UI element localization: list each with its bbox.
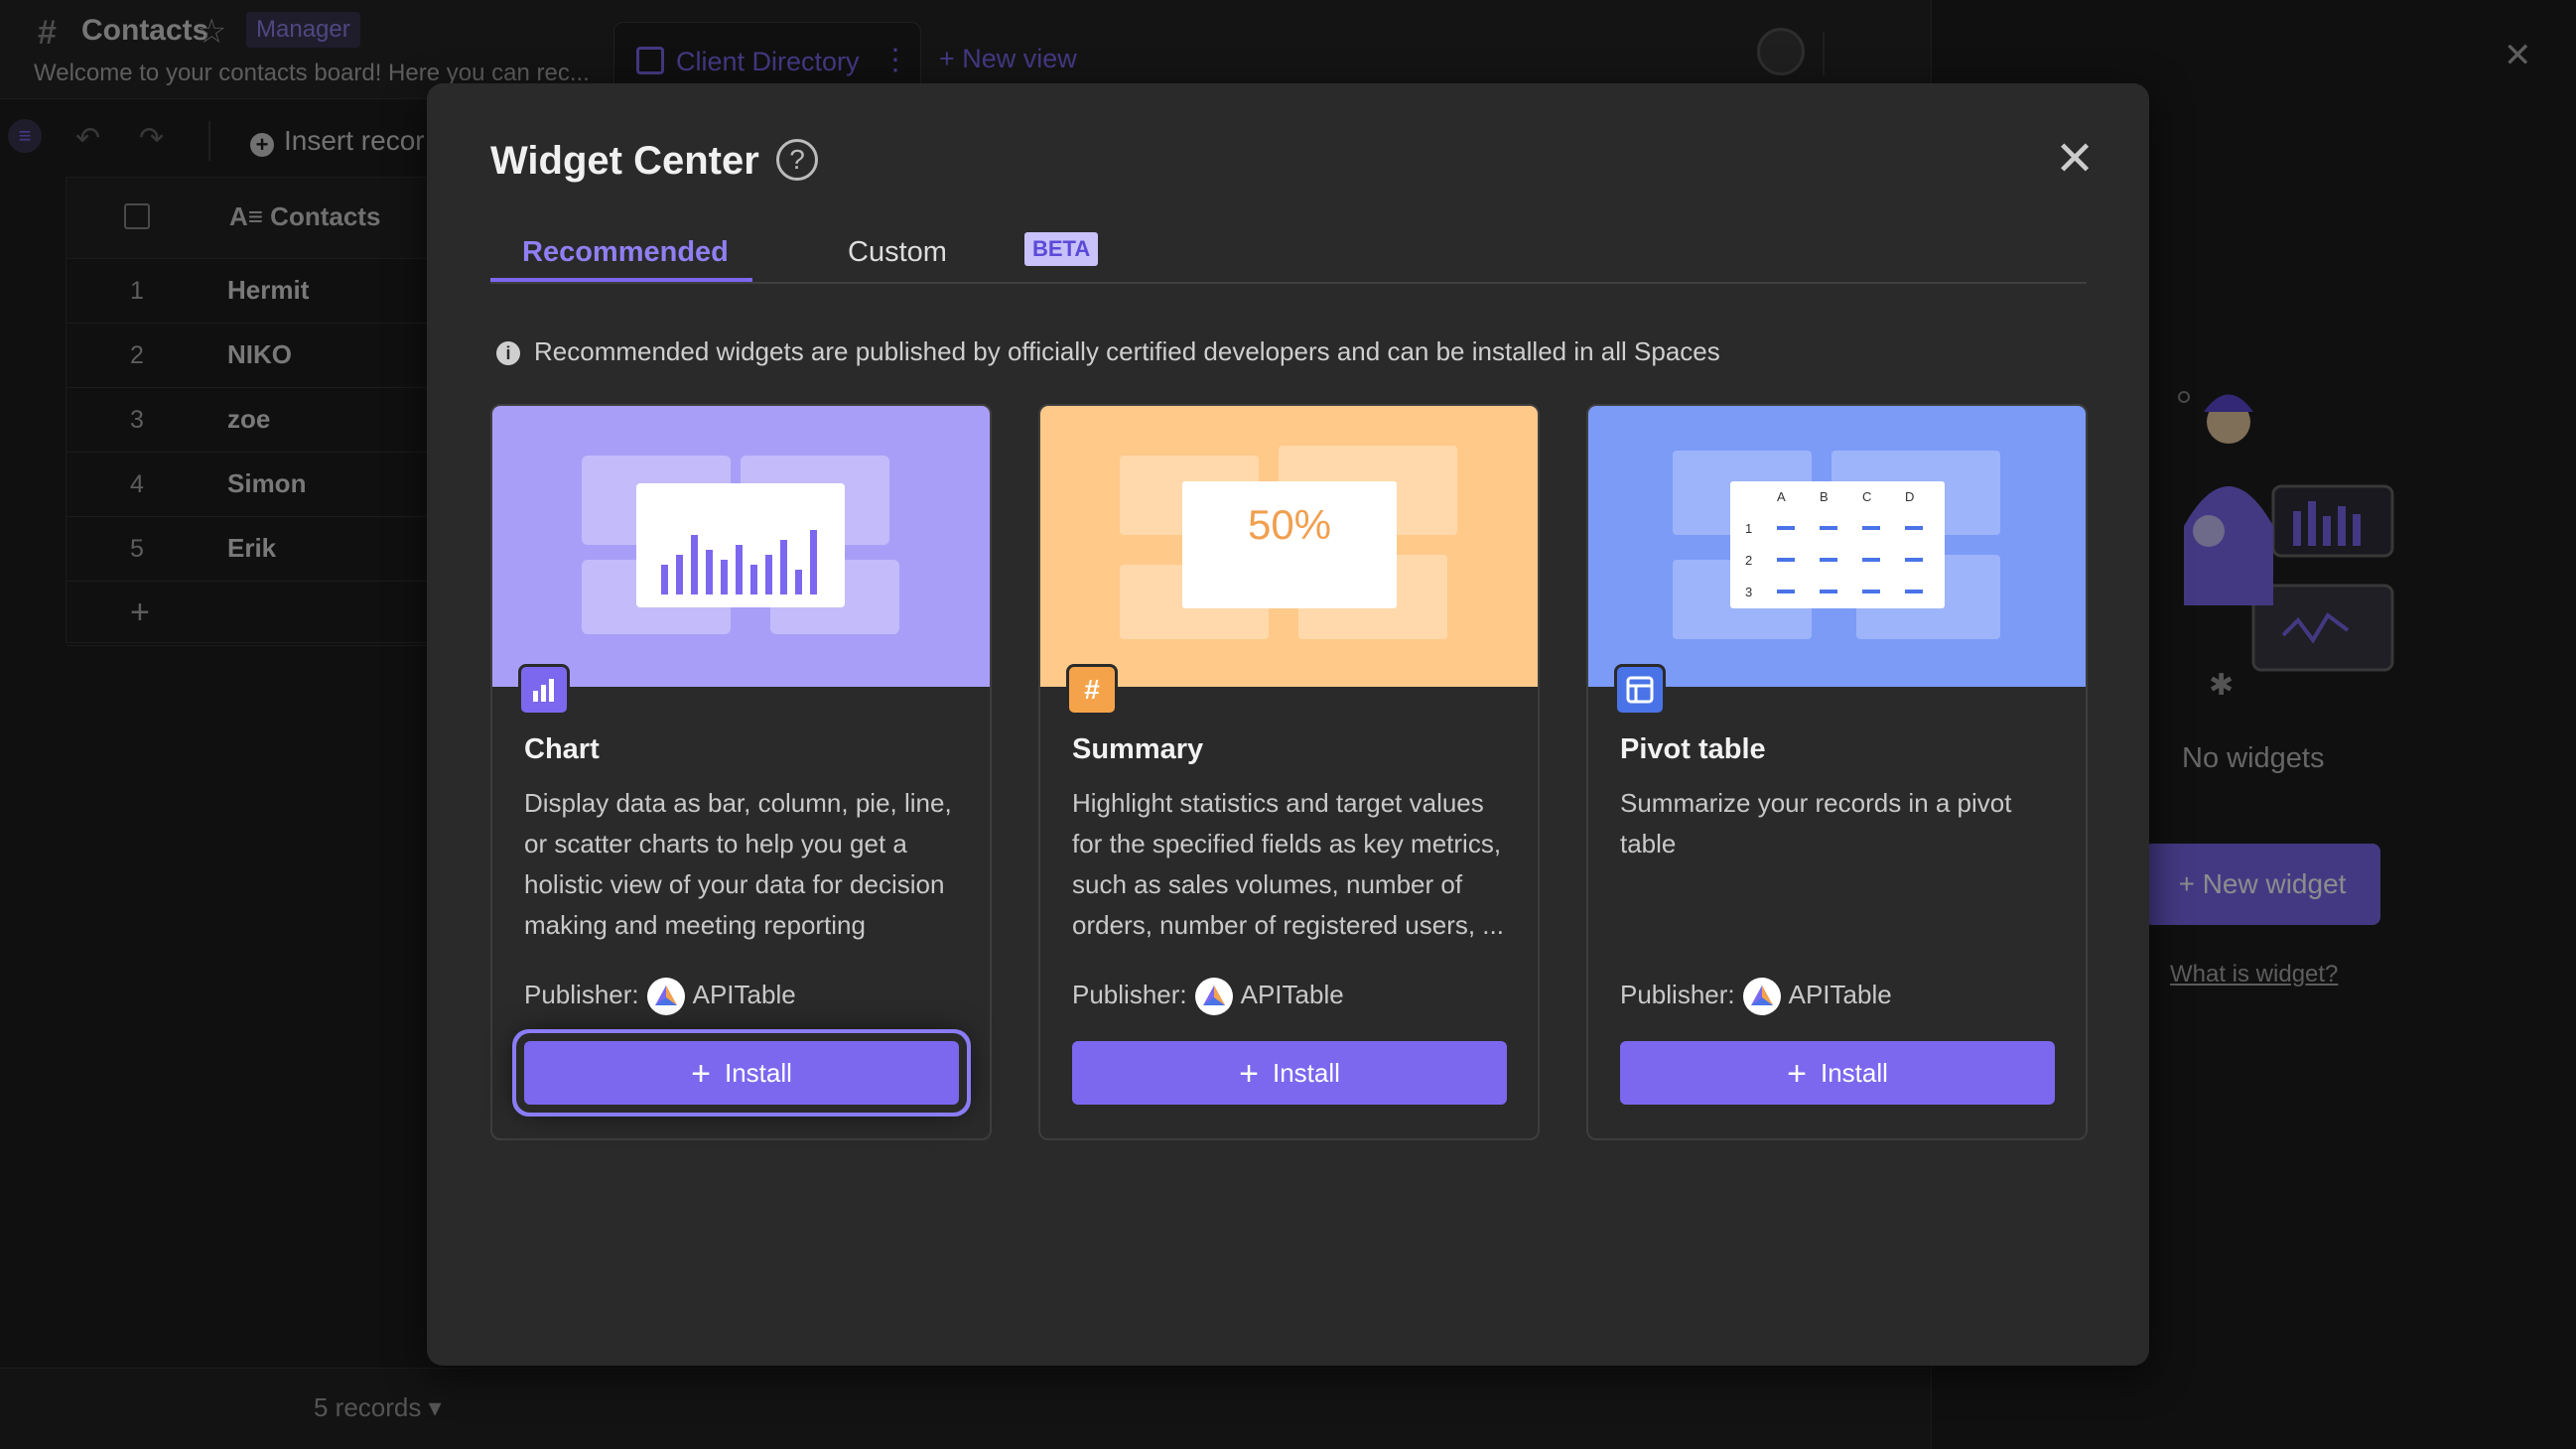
chart-hero-illustration bbox=[582, 456, 899, 634]
card-title: Chart bbox=[524, 733, 600, 765]
card-hero-image bbox=[492, 406, 990, 687]
card-description: Summarize your records in a pivot table bbox=[1620, 788, 2012, 858]
apitable-logo-icon bbox=[1742, 978, 1781, 1015]
widget-card-summary: 50% # Summary Highlight statistics and t… bbox=[1038, 404, 1540, 1140]
tab-custom[interactable]: Custom bbox=[848, 236, 947, 269]
pivot-col-header: D bbox=[1905, 489, 1915, 504]
summary-hero-value: 50% bbox=[1247, 501, 1332, 548]
publisher-name: APITable bbox=[1240, 979, 1344, 1009]
pivot-col-header: B bbox=[1820, 489, 1829, 504]
notice-text: Recommended widgets are published by off… bbox=[534, 336, 1720, 366]
apitable-logo-icon bbox=[646, 978, 685, 1015]
apitable-logo-icon bbox=[1194, 978, 1233, 1015]
recommended-notice: i Recommended widgets are published by of… bbox=[496, 336, 1720, 367]
pivot-row-header: 3 bbox=[1745, 585, 1753, 599]
close-icon[interactable]: ✕ bbox=[2055, 131, 2095, 187]
publisher-label: Publisher: bbox=[1620, 979, 1735, 1009]
widget-center-modal: Widget Center ? ✕ Recommended Custom BET… bbox=[427, 83, 2149, 1366]
card-description: Display data as bar, column, pie, line, … bbox=[524, 788, 952, 940]
pivot-row-header: 1 bbox=[1745, 521, 1753, 536]
widget-card-pivot-table: A B C D 1 2 3 Pivot table Summarize your… bbox=[1586, 404, 2088, 1140]
bar-chart-icon bbox=[518, 664, 570, 716]
install-summary-button[interactable]: + Install bbox=[1072, 1041, 1507, 1105]
install-label: Install bbox=[724, 1058, 792, 1088]
plus-icon: + bbox=[1239, 1055, 1259, 1093]
publisher-label: Publisher: bbox=[1072, 979, 1187, 1009]
pivot-col-header: A bbox=[1777, 489, 1786, 504]
card-title: Pivot table bbox=[1620, 733, 1766, 765]
install-label: Install bbox=[1272, 1058, 1340, 1088]
pivot-row-header: 2 bbox=[1745, 553, 1753, 568]
publisher-label: Publisher: bbox=[524, 979, 639, 1009]
card-publisher: Publisher: APITable bbox=[524, 978, 796, 1015]
pivot-table-icon bbox=[1614, 664, 1666, 716]
hash-icon: # bbox=[1066, 664, 1118, 716]
publisher-name: APITable bbox=[692, 979, 796, 1009]
modal-title: Widget Center bbox=[490, 139, 759, 183]
publisher-name: APITable bbox=[1788, 979, 1892, 1009]
beta-badge: BETA bbox=[1024, 232, 1099, 266]
card-hero-image: A B C D 1 2 3 bbox=[1588, 406, 2086, 687]
plus-icon: + bbox=[691, 1055, 711, 1093]
install-chart-button[interactable]: + Install bbox=[524, 1041, 959, 1105]
pivot-hero-illustration bbox=[1673, 451, 2000, 639]
card-title: Summary bbox=[1072, 733, 1204, 765]
widget-tabs: Recommended Custom BETA bbox=[490, 214, 2087, 284]
card-publisher: Publisher: APITable bbox=[1620, 978, 1892, 1015]
install-pivot-table-button[interactable]: + Install bbox=[1620, 1041, 2055, 1105]
app: # Contacts ☆ Manager Welcome to your con… bbox=[0, 0, 2576, 1449]
help-icon[interactable]: ? bbox=[776, 139, 818, 181]
install-label: Install bbox=[1820, 1058, 1888, 1088]
card-hero-image: 50% bbox=[1040, 406, 1538, 687]
active-tab-indicator bbox=[490, 278, 752, 282]
card-description: Highlight statistics and target values f… bbox=[1072, 788, 1504, 940]
tab-recommended[interactable]: Recommended bbox=[522, 236, 729, 269]
plus-icon: + bbox=[1787, 1055, 1807, 1093]
widget-card-chart: Chart Display data as bar, column, pie, … bbox=[490, 404, 992, 1140]
info-icon: i bbox=[496, 341, 520, 365]
card-publisher: Publisher: APITable bbox=[1072, 978, 1344, 1015]
pivot-col-header: C bbox=[1862, 489, 1872, 504]
